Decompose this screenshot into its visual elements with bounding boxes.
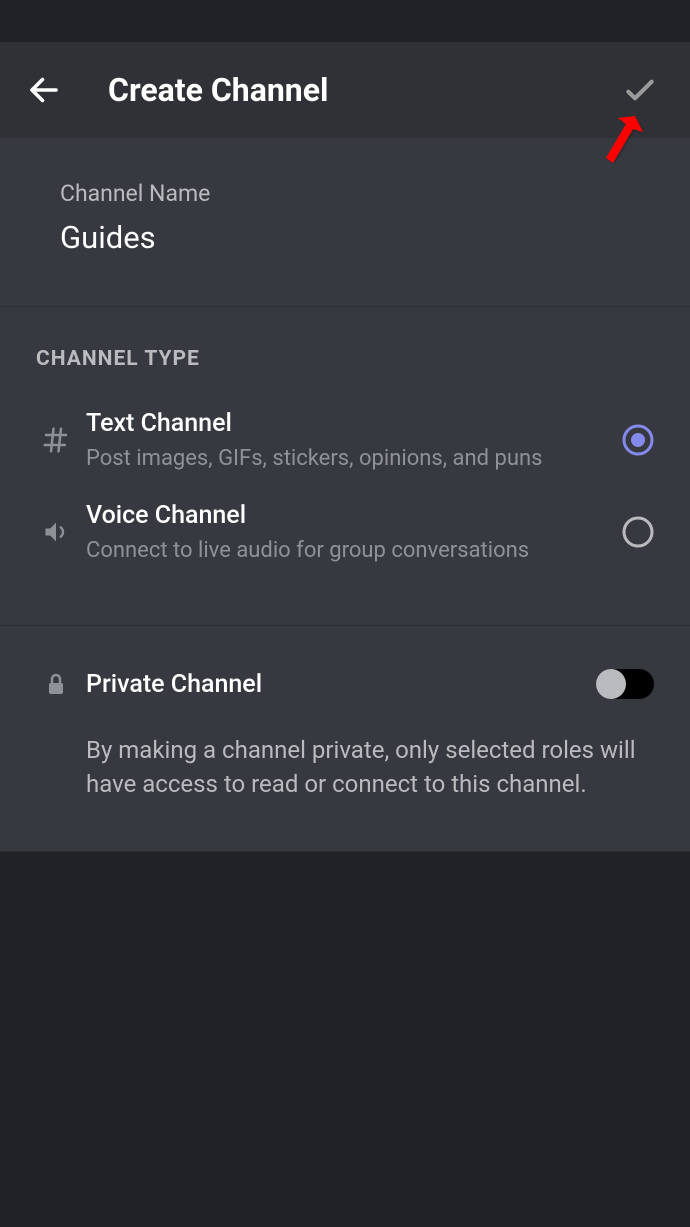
status-bar	[0, 0, 690, 42]
private-channel-title: Private Channel	[76, 670, 596, 699]
text-channel-option[interactable]: Text Channel Post images, GIFs, stickers…	[36, 409, 654, 471]
back-arrow-icon	[26, 72, 62, 108]
hash-icon	[36, 420, 76, 460]
voice-channel-title: Voice Channel	[86, 501, 622, 530]
channel-name-section[interactable]: Channel Name Guides	[0, 138, 690, 307]
text-channel-title: Text Channel	[86, 409, 622, 438]
voice-channel-radio[interactable]	[622, 516, 654, 548]
header: Create Channel	[0, 42, 690, 138]
page-title: Create Channel	[108, 71, 328, 109]
private-channel-desc: By making a channel private, only select…	[36, 734, 654, 801]
channel-type-section: CHANNEL TYPE Text Channel Post images, G…	[0, 307, 690, 626]
channel-name-label: Channel Name	[60, 180, 630, 207]
check-icon	[620, 70, 660, 110]
private-toggle-row[interactable]: Private Channel	[36, 664, 654, 704]
toggle-knob	[596, 669, 626, 699]
voice-channel-text: Voice Channel Connect to live audio for …	[76, 501, 622, 563]
back-button[interactable]	[24, 70, 64, 110]
text-channel-radio[interactable]	[622, 424, 654, 456]
lock-icon	[36, 664, 76, 704]
text-channel-desc: Post images, GIFs, stickers, opinions, a…	[86, 446, 622, 471]
content: Channel Name Guides CHANNEL TYPE Text Ch…	[0, 138, 690, 852]
private-toggle[interactable]	[596, 669, 654, 699]
voice-channel-desc: Connect to live audio for group conversa…	[86, 538, 622, 563]
speaker-icon	[36, 512, 76, 552]
confirm-button[interactable]	[618, 68, 662, 112]
voice-channel-option[interactable]: Voice Channel Connect to live audio for …	[36, 501, 654, 563]
private-channel-section: Private Channel By making a channel priv…	[0, 626, 690, 852]
channel-type-heading: CHANNEL TYPE	[36, 347, 654, 371]
channel-name-input[interactable]: Guides	[60, 219, 630, 256]
text-channel-text: Text Channel Post images, GIFs, stickers…	[76, 409, 622, 471]
